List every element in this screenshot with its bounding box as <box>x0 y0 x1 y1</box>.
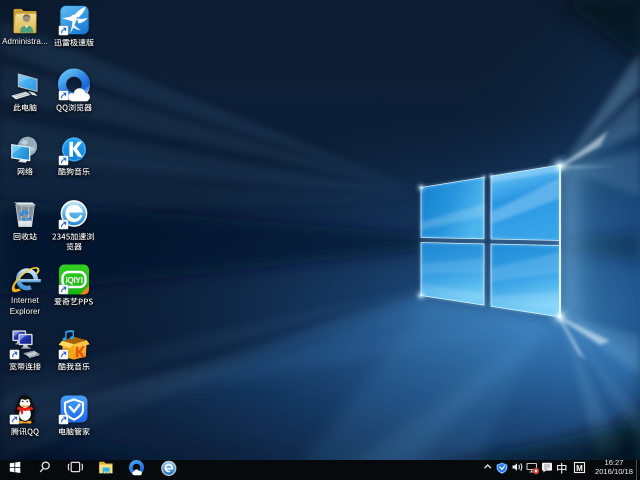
svg-text:iQIYI: iQIYI <box>65 275 82 285</box>
svg-text:M: M <box>576 464 583 473</box>
